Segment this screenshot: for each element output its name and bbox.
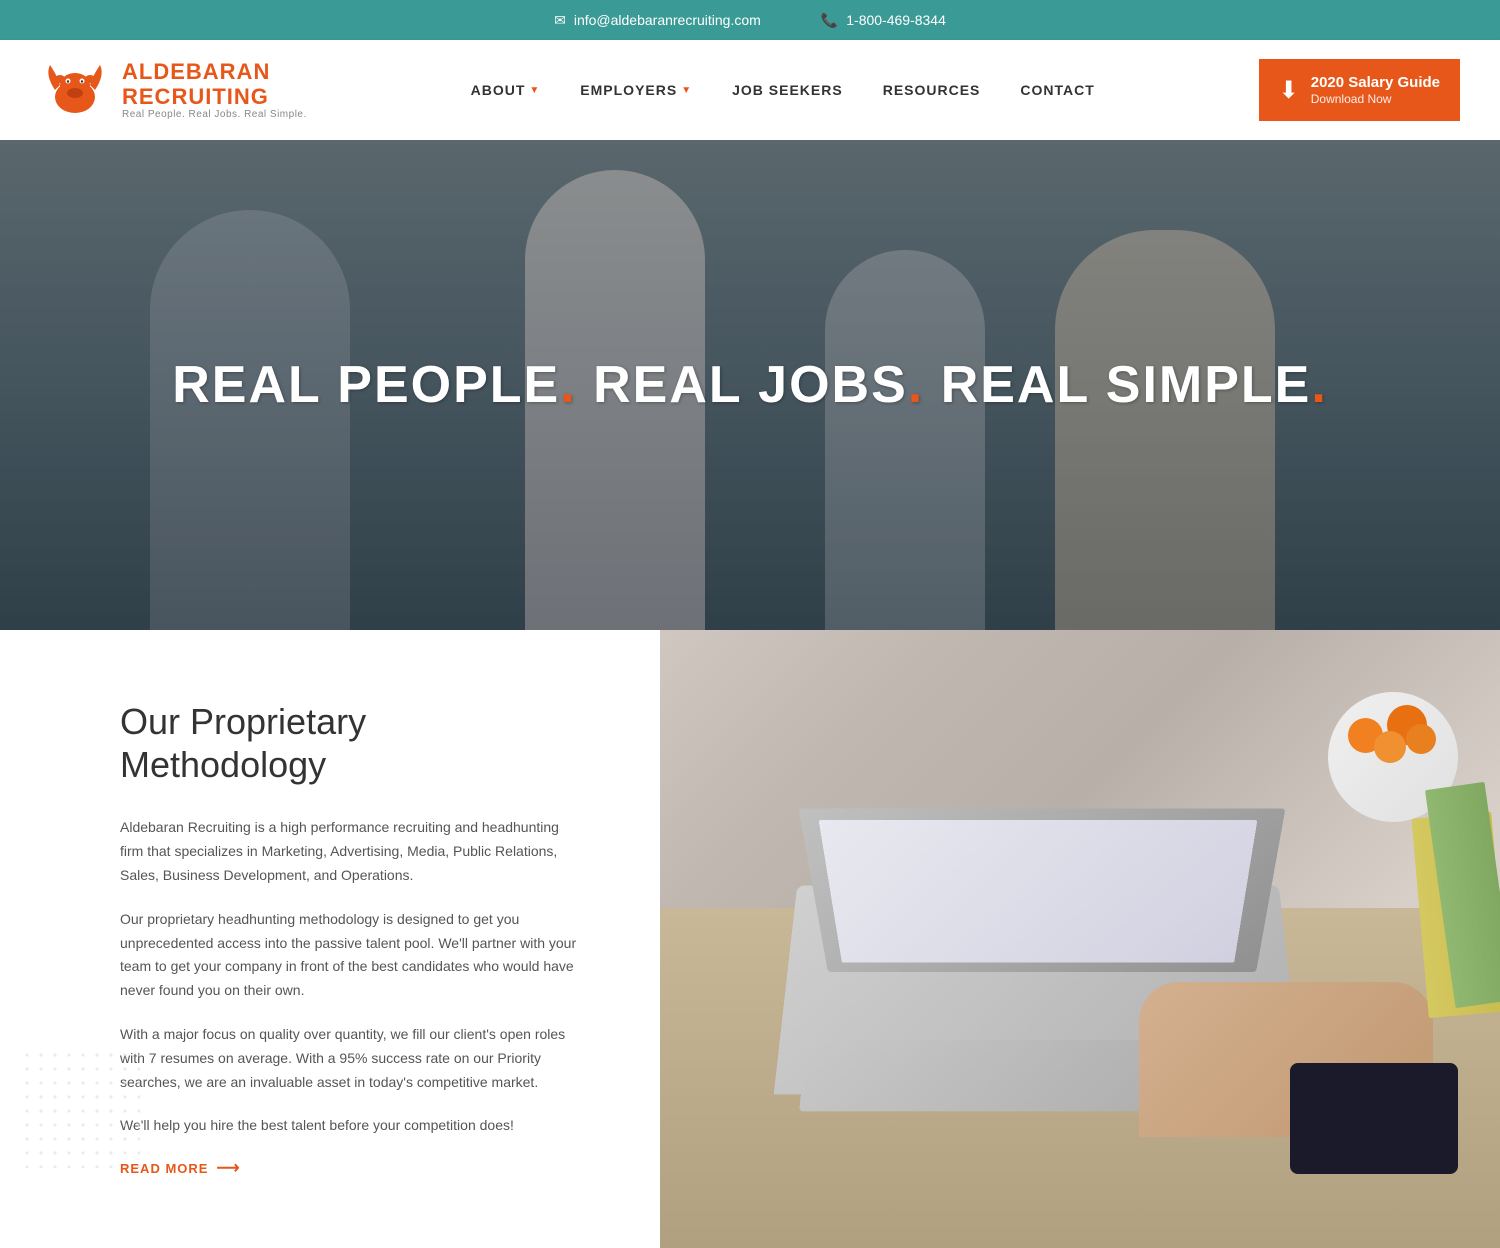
hero-title-part3: REAL SIMPLE (924, 356, 1311, 414)
hero-dot1: . (560, 356, 576, 414)
hero-title-part1: REAL PEOPLE (172, 356, 560, 414)
hero-title-part2: REAL JOBS (577, 356, 908, 414)
salary-guide-subtitle: Download Now (1311, 92, 1440, 106)
nav-about[interactable]: ABOUT ▼ (471, 82, 541, 98)
hero-dot3: . (1311, 356, 1327, 414)
nav-job-seekers[interactable]: JOB SEEKERS (732, 82, 843, 98)
methodology-para2: Our proprietary headhunting methodology … (120, 908, 580, 1003)
site-header: ALDEBARAN RECRUITING Real People. Real J… (0, 40, 1500, 140)
logo-name-line2: RECRUITING (122, 85, 307, 109)
hero-section: REAL PEOPLE. REAL JOBS. REAL SIMPLE. (0, 140, 1500, 630)
about-dropdown-arrow: ▼ (529, 85, 540, 96)
read-more-arrow: ⟶ (216, 1158, 240, 1178)
download-icon: ⬇ (1279, 76, 1299, 105)
phone-contact[interactable]: 📞 1-800-469-8344 (821, 12, 946, 29)
salary-guide-text: 2020 Salary Guide Download Now (1311, 74, 1440, 106)
methodology-para4: We'll help you hire the best talent befo… (120, 1114, 580, 1138)
nav-resources[interactable]: RESOURCES (883, 82, 981, 98)
main-content: Our Proprietary Methodology Aldebaran Re… (0, 630, 1500, 1248)
logo-icon (40, 55, 110, 125)
logo[interactable]: ALDEBARAN RECRUITING Real People. Real J… (40, 55, 307, 125)
email-address: info@aldebaranrecruiting.com (574, 12, 761, 28)
phone-number: 1-800-469-8344 (846, 12, 946, 28)
hero-content: REAL PEOPLE. REAL JOBS. REAL SIMPLE. (0, 140, 1500, 630)
salary-guide-title: 2020 Salary Guide (1311, 74, 1440, 92)
logo-tagline: Real People. Real Jobs. Real Simple. (122, 109, 307, 120)
nav-contact[interactable]: CONTACT (1020, 82, 1094, 98)
methodology-para1: Aldebaran Recruiting is a high performan… (120, 816, 580, 887)
nav-employers[interactable]: EMPLOYERS ▼ (580, 82, 692, 98)
main-nav: ABOUT ▼ EMPLOYERS ▼ JOB SEEKERS RESOURCE… (471, 82, 1095, 98)
methodology-section: Our Proprietary Methodology Aldebaran Re… (0, 630, 660, 1248)
salary-guide-button[interactable]: ⬇ 2020 Salary Guide Download Now (1259, 59, 1460, 121)
employers-dropdown-arrow: ▼ (681, 85, 692, 96)
read-more-label: READ MORE (120, 1161, 208, 1176)
hero-title: REAL PEOPLE. REAL JOBS. REAL SIMPLE. (172, 355, 1328, 415)
email-contact[interactable]: ✉ info@aldebaranrecruiting.com (554, 12, 761, 29)
logo-name-line1: ALDEBARAN (122, 60, 307, 84)
methodology-title: Our Proprietary Methodology (120, 700, 580, 786)
logo-text: ALDEBARAN RECRUITING Real People. Real J… (122, 60, 307, 119)
email-icon: ✉ (554, 12, 566, 29)
read-more-link[interactable]: READ MORE ⟶ (120, 1158, 580, 1178)
methodology-para3: With a major focus on quality over quant… (120, 1023, 580, 1094)
methodology-image (660, 630, 1500, 1248)
hero-dot2: . (908, 356, 924, 414)
phone-icon: 📞 (821, 12, 838, 29)
top-bar: ✉ info@aldebaranrecruiting.com 📞 1-800-4… (0, 0, 1500, 40)
